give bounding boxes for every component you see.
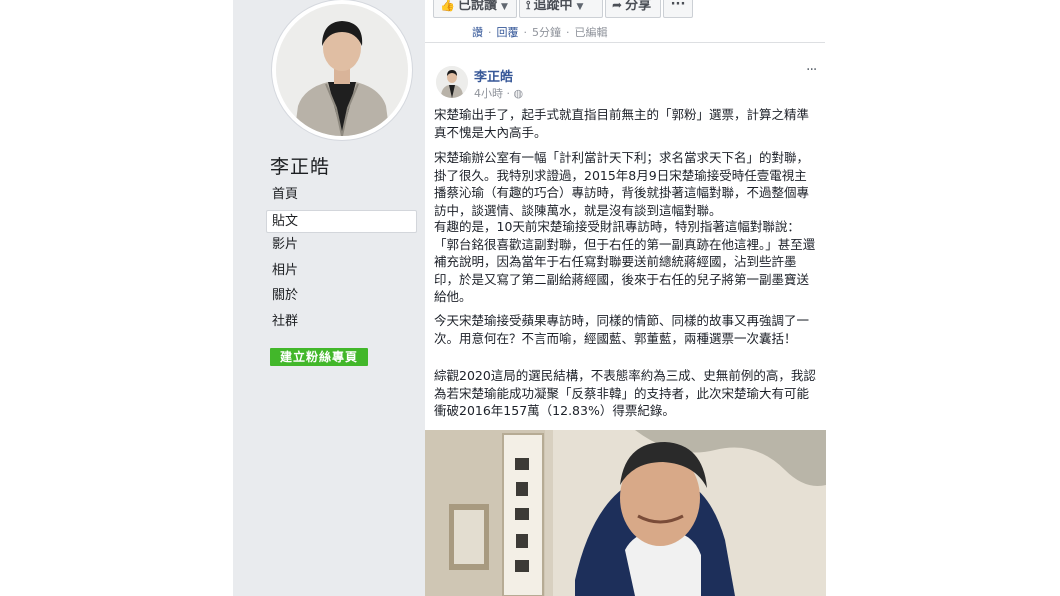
post-paragraph: 綜觀2020這局的選民結構，不表態率約為三成、史無前例的高，我認為若宋楚瑜能成功… xyxy=(434,368,816,418)
nav-item-videos[interactable]: 影片 xyxy=(270,234,415,256)
post-options-button[interactable]: ··· xyxy=(806,62,817,78)
nav-item-community[interactable]: 社群 xyxy=(270,311,415,333)
nav-label: 首頁 xyxy=(272,187,299,202)
share-button[interactable]: ➦ 分享 xyxy=(605,0,661,18)
more-label: ··· xyxy=(670,0,686,12)
chevron-down-icon: ▼ xyxy=(576,2,584,12)
facebook-page-screenshot: 李正皓 首頁 貼文 影片 相片 關於 社群 建立粉絲專頁 👍 已說讚 ▼ ⟟ 追蹤中 ▼… xyxy=(0,0,1060,596)
liked-button[interactable]: 👍 已說讚 ▼ xyxy=(433,0,517,18)
share-icon: ➦ xyxy=(612,0,623,12)
share-label: 分享 xyxy=(625,0,652,13)
globe-icon: ◍ xyxy=(513,87,524,100)
profile-name[interactable]: 李正皓 xyxy=(270,152,330,179)
nav-item-home[interactable]: 首頁 xyxy=(270,184,415,206)
like-link[interactable]: 讚 xyxy=(472,26,483,39)
post-author-avatar[interactable] xyxy=(436,66,468,98)
nav-item-posts[interactable]: 貼文 xyxy=(266,210,417,233)
post-photo[interactable] xyxy=(425,430,826,596)
nav-item-photos[interactable]: 相片 xyxy=(270,260,415,282)
thumbs-up-icon: 👍 xyxy=(440,0,455,12)
profile-picture[interactable] xyxy=(276,4,408,136)
nav-item-about[interactable]: 關於 xyxy=(270,285,415,307)
post-timestamp[interactable]: 4小時 · ◍ xyxy=(474,85,523,101)
nav-label: 貼文 xyxy=(272,214,299,229)
edited-label[interactable]: 已編輯 xyxy=(575,26,608,39)
post-paragraph: 宋楚瑜辦公室有一幅「計利當計天下利；求名當求天下名」的對聯，掛了很久。我特別求證… xyxy=(434,150,810,218)
post-author-name[interactable]: 李正皓 xyxy=(474,66,513,85)
post-paragraph: 宋楚瑜出手了，起手式就直指目前無主的「郭粉」選票，計算之精準真不愧是大內高手。 xyxy=(434,107,810,140)
create-page-button[interactable]: 建立粉絲專頁 xyxy=(270,348,368,366)
nav-label: 相片 xyxy=(272,263,299,278)
following-button[interactable]: ⟟ 追蹤中 ▼ xyxy=(519,0,603,18)
post-time[interactable]: 4小時 xyxy=(474,87,503,100)
nav-label: 關於 xyxy=(272,288,299,303)
post-photo-illustration xyxy=(425,430,826,596)
comment-time[interactable]: 5分鐘 xyxy=(532,26,561,39)
liked-label: 已說讚 xyxy=(457,0,497,13)
following-label: 追蹤中 xyxy=(533,0,573,13)
prev-comment-meta: 讚 · 回覆 · 5分鐘 · 已編輯 xyxy=(472,26,608,39)
more-options-button[interactable]: ··· xyxy=(663,0,693,18)
nav-label: 社群 xyxy=(272,314,299,329)
profile-photo-illustration xyxy=(276,4,408,136)
divider xyxy=(425,42,825,43)
post-paragraph: 有趣的是，10天前宋楚瑜接受財訊專訪時，特別指著這幅對聯說：「郭台銘很喜歡這副對… xyxy=(434,219,816,304)
author-avatar-illustration xyxy=(436,66,468,98)
reply-link[interactable]: 回覆 xyxy=(497,26,519,39)
rss-icon: ⟟ xyxy=(526,0,531,12)
chevron-down-icon: ▼ xyxy=(500,2,508,12)
nav-label: 影片 xyxy=(272,237,299,252)
post-paragraph: 今天宋楚瑜接受蘋果專訪時，同樣的情節、同樣的故事又再強調了一次。用意何在？不言而… xyxy=(434,313,810,346)
